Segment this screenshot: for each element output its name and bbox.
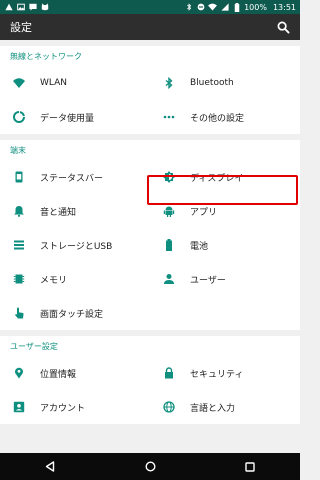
settings-item-wlan[interactable]: WLAN <box>0 66 150 100</box>
settings-item-label: アカウント <box>40 403 86 414</box>
status-bar-icon <box>12 170 26 184</box>
touch-icon <box>12 306 26 320</box>
settings-item-security[interactable]: セキュリティ <box>150 356 300 390</box>
settings-item-label: 電池 <box>190 241 209 252</box>
settings-item-memory[interactable]: メモリ <box>0 262 150 296</box>
bluetooth-icon <box>162 76 176 90</box>
globe-icon <box>162 400 176 414</box>
display-icon <box>162 170 176 184</box>
settings-item-label: ディスプレイ <box>190 173 244 184</box>
status-left-icons <box>4 3 49 12</box>
settings-item-label: セキュリティ <box>190 369 244 380</box>
minus-icon <box>196 3 205 12</box>
settings-item-battery[interactable]: 電池 <box>150 228 300 262</box>
settings-item-apps[interactable]: アプリ <box>150 194 300 228</box>
bell-icon <box>12 204 26 218</box>
section-personal: ユーザー設定 位置情報 セキュリティ アカウント 言語と入力 <box>0 336 300 424</box>
status-right-icons: 100% 13:51 <box>184 2 296 12</box>
android-icon <box>162 204 176 218</box>
settings-item-label: データ使用量 <box>40 113 95 124</box>
settings-item-storage[interactable]: ストレージとUSB <box>0 228 150 262</box>
settings-item-label: メモリ <box>40 275 68 286</box>
wifi-icon <box>12 76 26 90</box>
data-usage-icon <box>12 110 26 124</box>
settings-item-label: ステータスバー <box>40 173 104 184</box>
settings-item-label: Bluetooth <box>190 78 234 88</box>
lock-icon <box>162 366 176 380</box>
settings-item-label: ストレージとUSB <box>40 241 113 252</box>
settings-item-label: 音と通知 <box>40 207 77 218</box>
home-icon[interactable] <box>135 457 165 477</box>
settings-item-language[interactable]: 言語と入力 <box>150 390 300 424</box>
bluetooth-icon <box>184 3 193 12</box>
search-icon[interactable] <box>276 20 290 34</box>
section-header: ユーザー設定 <box>10 341 58 351</box>
memory-icon <box>12 272 26 286</box>
settings-item-location[interactable]: 位置情報 <box>0 356 150 390</box>
settings-item-data-usage[interactable]: データ使用量 <box>0 100 150 134</box>
image-icon <box>16 3 25 12</box>
settings-item-more[interactable]: その他の設定 <box>150 100 300 134</box>
settings-item-label: WLAN <box>40 78 68 88</box>
recents-icon[interactable] <box>235 457 265 477</box>
storage-icon <box>12 238 26 252</box>
settings-item-users[interactable]: ユーザー <box>150 262 300 296</box>
battery-icon <box>162 238 176 252</box>
wifi-icon <box>208 3 218 12</box>
navigation-bar <box>0 453 300 480</box>
battery-icon <box>232 2 241 12</box>
settings-item-label: ユーザー <box>190 275 226 286</box>
section-header: 無線とネットワーク <box>10 51 82 61</box>
settings-item-label: その他の設定 <box>190 113 245 124</box>
battery-percent: 100% <box>244 2 267 12</box>
settings-item-sound[interactable]: 音と通知 <box>0 194 150 228</box>
signal-icon <box>220 3 229 12</box>
settings-item-label: アプリ <box>190 207 218 218</box>
account-icon <box>12 400 26 414</box>
status-bar: 100% 13:51 <box>0 0 300 14</box>
settings-item-accounts[interactable]: アカウント <box>0 390 150 424</box>
settings-item-touch[interactable]: 画面タッチ設定 <box>0 296 150 330</box>
section-device: 端末 ステータスバー ディスプレイ 音と通知 アプリ ストレージとUSB 電池 … <box>0 140 300 330</box>
location-icon <box>12 366 26 380</box>
more-icon <box>162 110 176 124</box>
settings-item-label: 言語と入力 <box>190 403 236 414</box>
section-header: 端末 <box>10 145 26 155</box>
settings-item-bluetooth[interactable]: Bluetooth <box>150 66 300 100</box>
app-bar: 設定 <box>0 14 300 40</box>
cat-icon <box>40 3 49 12</box>
status-time: 13:51 <box>272 2 296 12</box>
warning-icon <box>4 3 13 12</box>
user-icon <box>162 272 176 286</box>
back-icon[interactable] <box>35 457 65 477</box>
settings-item-display[interactable]: ディスプレイ <box>150 160 300 194</box>
settings-item-label: 位置情報 <box>40 369 77 380</box>
settings-item-status-bar[interactable]: ステータスバー <box>0 160 150 194</box>
page-title: 設定 <box>10 21 32 34</box>
message-icon <box>28 3 37 12</box>
screen: 100% 13:51 設定 無線とネットワーク WLAN Bluetooth デ… <box>0 0 300 480</box>
settings-item-label: 画面タッチ設定 <box>40 309 104 320</box>
section-wireless: 無線とネットワーク WLAN Bluetooth データ使用量 その他の設定 <box>0 46 300 134</box>
